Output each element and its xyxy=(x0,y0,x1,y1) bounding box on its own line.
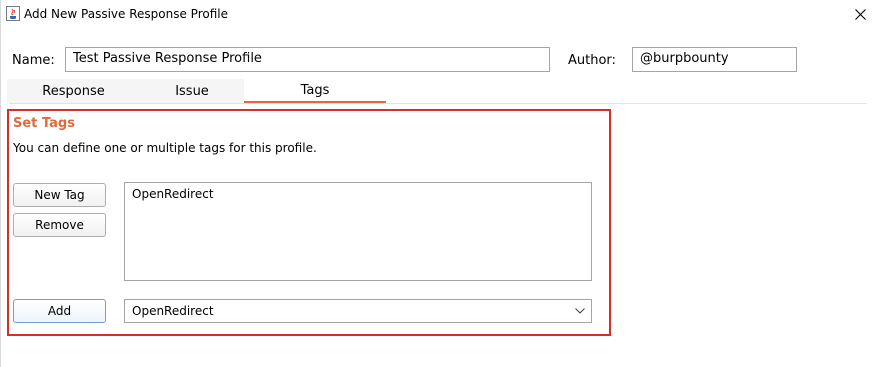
section-description: You can define one or multiple tags for … xyxy=(13,141,317,155)
tab-response[interactable]: Response xyxy=(7,79,140,103)
tab-issue[interactable]: Issue xyxy=(140,79,244,103)
java-icon xyxy=(6,6,20,21)
tags-list[interactable]: OpenRedirect xyxy=(124,182,592,281)
remove-button[interactable]: Remove xyxy=(13,213,106,237)
title-bar: Add New Passive Response Profile xyxy=(1,0,878,30)
new-tag-button[interactable]: New Tag xyxy=(13,183,106,207)
name-label: Name: xyxy=(12,53,55,68)
close-button[interactable] xyxy=(848,3,872,25)
close-icon xyxy=(854,8,866,20)
list-item[interactable]: OpenRedirect xyxy=(132,187,214,201)
add-button[interactable]: Add xyxy=(13,299,106,323)
tag-select[interactable]: OpenRedirect xyxy=(124,299,592,323)
author-field[interactable]: @burpbounty xyxy=(632,47,797,72)
tab-divider xyxy=(9,103,867,104)
window-title: Add New Passive Response Profile xyxy=(24,7,228,21)
name-field[interactable]: Test Passive Response Profile xyxy=(65,47,550,72)
tag-select-value: OpenRedirect xyxy=(132,304,214,318)
author-label: Author: xyxy=(568,53,616,68)
tab-tags[interactable]: Tags xyxy=(244,79,386,103)
chevron-down-icon xyxy=(575,308,585,314)
dialog-window: Add New Passive Response Profile Name: T… xyxy=(0,0,878,367)
section-title: Set Tags xyxy=(13,116,75,131)
